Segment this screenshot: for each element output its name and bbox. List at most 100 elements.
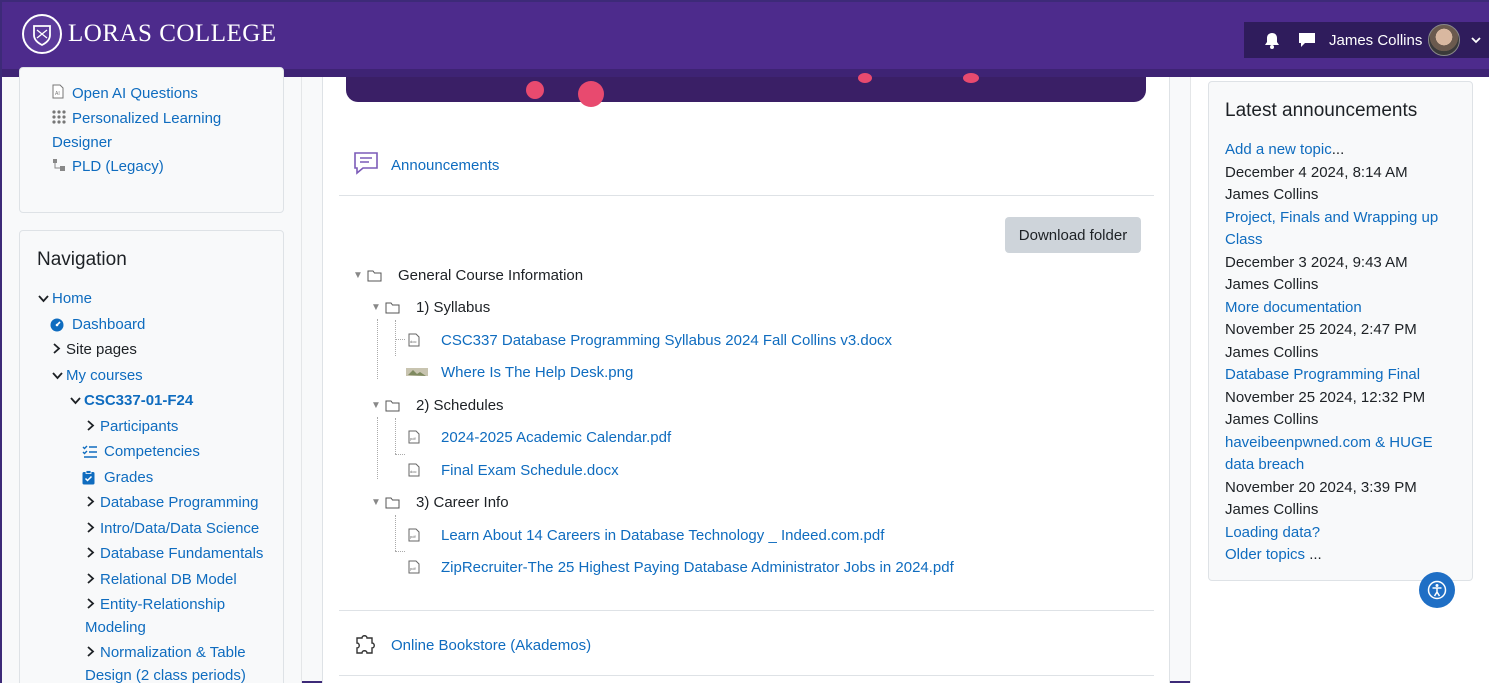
chevron-right-icon[interactable] [84,517,98,540]
file-item[interactable]: pdf 2024-2025 Academic Calendar.pdf [408,426,671,448]
bookstore-link[interactable]: Online Bookstore (Akademos) [391,637,591,654]
nav-label[interactable]: Grades [104,466,153,489]
file-link[interactable]: Final Exam Schedule.docx [441,462,619,479]
chevron-right-icon[interactable] [84,415,98,438]
chevron-right-icon[interactable] [84,568,98,591]
folder-schedules[interactable]: ▼ 2) Schedules [371,394,504,416]
brand-logo[interactable]: LORAS COLLEGE [22,14,277,54]
file-link[interactable]: Where Is The Help Desk.png [441,364,633,381]
nav-section-cont[interactable]: Modeling [85,616,146,639]
file-item[interactable]: doc CSC337 Database Programming Syllabus… [408,329,892,351]
user-name[interactable]: James Collins [1329,32,1422,49]
file-item[interactable]: pdf ZipRecruiter-The 25 Highest Paying D… [408,556,954,578]
add-topic[interactable]: Add a new topic... [1225,139,1465,162]
nav-course[interactable]: CSC337-01-F24 [68,389,193,412]
left-item-pld[interactable]: Personalized Learning Designer [52,107,252,154]
nav-section[interactable]: Entity-Relationship [84,593,225,616]
nav-section[interactable]: Relational DB Model [84,568,237,591]
accessibility-icon[interactable] [1419,572,1455,608]
announcement-link[interactable]: data breach [1225,454,1465,477]
folder-syllabus[interactable]: ▼ 1) Syllabus [371,296,490,318]
left-item-pld-legacy[interactable]: PLD (Legacy) [52,155,164,179]
nav-my-courses[interactable]: My courses [50,364,143,387]
nav-label[interactable]: Intro/Data/Data Science [100,517,259,540]
nav-label[interactable]: Design (2 class periods) [85,664,246,683]
announcement-link[interactable]: More documentation [1225,297,1465,320]
nav-label[interactable]: CSC337-01-F24 [84,389,193,412]
tree-guide [395,515,396,551]
chevron-right-icon[interactable] [50,338,64,361]
announcement-link[interactable]: Database Programming Final [1225,364,1465,387]
download-folder-button[interactable]: Download folder [1005,217,1141,253]
avatar[interactable] [1428,24,1461,56]
left-item-label[interactable]: Open AI Questions [72,85,198,102]
nav-dashboard[interactable]: Dashboard [50,313,145,336]
left-sidebar: AI Open AI Questions Personalized Learni… [2,67,302,683]
chevron-right-icon[interactable] [84,593,98,616]
announcement-link[interactable]: Class [1225,229,1465,252]
chevron-right-icon[interactable] [84,542,98,565]
announcement-link[interactable]: Project, Finals and Wrapping up [1225,207,1465,230]
left-item-open-ai[interactable]: AI Open AI Questions [52,82,198,106]
expand-triangle-icon[interactable]: ▼ [371,497,385,508]
left-item-label[interactable]: Personalized Learning Designer [52,110,221,151]
file-item[interactable]: doc Final Exam Schedule.docx [408,459,619,481]
nav-label[interactable]: Database Fundamentals [100,542,263,565]
nav-grades[interactable]: Grades [82,466,153,489]
nav-participants[interactable]: Participants [84,415,178,438]
nav-label[interactable]: Site pages [66,338,137,361]
nav-label[interactable]: Normalization & Table [100,641,246,664]
nav-label[interactable]: Database Programming [100,491,258,514]
nav-section-cont[interactable]: Design (2 class periods) [85,664,246,683]
nav-home[interactable]: Home [36,287,92,310]
nav-section[interactable]: Intro/Data/Data Science [84,517,259,540]
folder-career-info[interactable]: ▼ 3) Career Info [371,491,509,513]
add-topic-link[interactable]: Add a new topic [1225,141,1332,158]
nav-section[interactable]: Database Programming [84,491,258,514]
nav-label[interactable]: Dashboard [72,313,145,336]
user-menu[interactable]: James Collins [1244,22,1489,58]
file-link[interactable]: CSC337 Database Programming Syllabus 202… [441,332,892,349]
file-item[interactable]: pdf Learn About 14 Careers in Database T… [408,524,884,546]
chevron-down-icon[interactable] [1466,30,1486,50]
chevron-down-icon[interactable] [68,389,82,412]
nav-label[interactable]: My courses [66,364,143,387]
nav-section[interactable]: Database Fundamentals [84,542,263,565]
chevron-right-icon[interactable] [84,641,98,664]
older-topics[interactable]: Older topics ... [1225,544,1465,567]
folder-root[interactable]: ▼ General Course Information [353,264,583,286]
file-link[interactable]: ZipRecruiter-The 25 Highest Paying Datab… [441,559,954,576]
bell-icon[interactable] [1262,30,1282,50]
file-item[interactable]: Where Is The Help Desk.png [406,361,633,383]
nav-label[interactable]: Modeling [85,616,146,639]
file-link[interactable]: 2024-2025 Academic Calendar.pdf [441,429,671,446]
expand-triangle-icon[interactable]: ▼ [353,270,367,281]
nav-section[interactable]: Normalization & Table [84,641,246,664]
left-item-label[interactable]: PLD (Legacy) [72,158,164,175]
expand-triangle-icon[interactable]: ▼ [371,302,385,313]
older-topics-link[interactable]: Older topics [1225,546,1305,563]
file-link[interactable]: Learn About 14 Careers in Database Techn… [441,527,884,544]
nav-label[interactable]: Participants [100,415,178,438]
announcement-link[interactable]: Loading data? [1225,522,1465,545]
bookstore-activity[interactable]: Online Bookstore (Akademos) [353,630,591,660]
expand-triangle-icon[interactable]: ▼ [371,400,385,411]
nav-label[interactable]: Entity-Relationship [100,593,225,616]
chevron-down-icon[interactable] [50,364,64,387]
chat-icon[interactable] [1297,30,1317,50]
nav-label[interactable]: Competencies [104,440,200,463]
chevron-down-icon[interactable] [36,287,50,310]
announcement-link[interactable]: haveibeenpwned.com & HUGE [1225,432,1465,455]
svg-text:doc: doc [410,339,416,344]
nav-label[interactable]: Home [52,287,92,310]
folder-name: General Course Information [398,266,584,284]
pdf-file-icon: pdf [408,560,420,574]
nav-label[interactable]: Relational DB Model [100,568,237,591]
announcements-link[interactable]: Announcements [391,157,499,174]
announcements-activity[interactable]: Announcements [353,150,499,180]
nav-competencies[interactable]: Competencies [82,440,200,463]
tree-guide [377,417,378,479]
chevron-right-icon[interactable] [84,491,98,514]
image-file-icon [406,365,428,379]
nav-site-pages[interactable]: Site pages [50,338,137,361]
